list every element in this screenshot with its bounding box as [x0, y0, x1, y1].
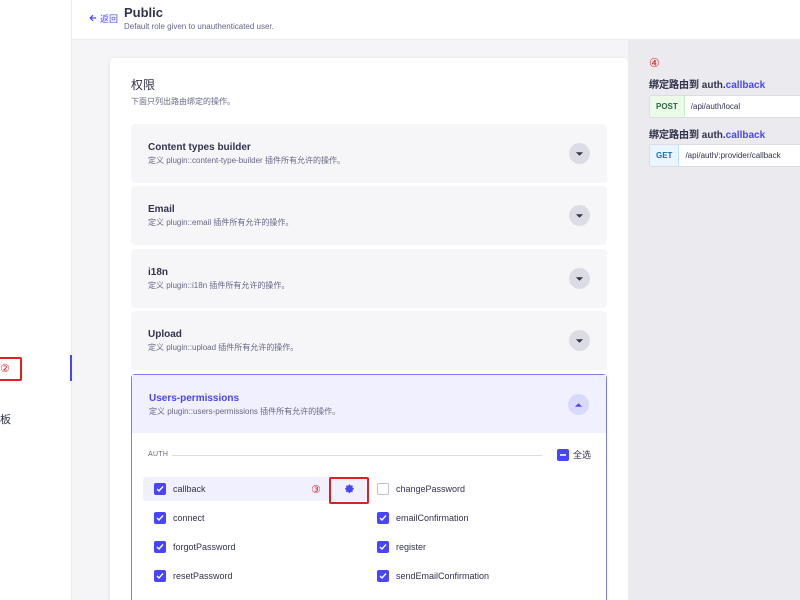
select-all-checkbox[interactable]: 全选 [556, 448, 591, 461]
route-binding-title: 绑定路由到 auth.callback [649, 76, 765, 91]
nav-active-indicator [70, 355, 72, 381]
permission-label: changePassword [396, 484, 466, 494]
gear-icon [343, 482, 355, 500]
checkbox-checked-icon[interactable] [377, 512, 389, 524]
permission-label: forgotPassword [173, 542, 236, 552]
permission-callback[interactable]: callback [154, 483, 206, 495]
accordion-description: 定义 plugin::email 插件所有允许的操作。 [148, 218, 294, 227]
checkbox-unchecked-icon[interactable] [377, 483, 389, 495]
permission-label: emailConfirmation [396, 513, 469, 523]
permission-register[interactable]: register [377, 541, 426, 553]
checkbox-checked-icon[interactable] [154, 570, 166, 582]
annotation-step4: ④ [649, 56, 660, 70]
route-row: POST /api/auth/local [649, 95, 800, 118]
route-path: /api/auth/local [690, 102, 741, 111]
chevron-up-icon[interactable] [568, 394, 589, 415]
permission-label: sendEmailConfirmation [396, 571, 490, 581]
annotation-step3: ③ [311, 484, 321, 496]
chevron-down-icon[interactable] [569, 205, 590, 226]
chevron-down-icon[interactable] [569, 268, 590, 289]
left-nav: ② 板 [0, 0, 72, 600]
page-title: Public [124, 5, 164, 20]
permission-forgotPassword[interactable]: forgotPassword [154, 541, 236, 553]
page-header: 返回 Public Default role given to unauthen… [72, 0, 800, 40]
route-binding-title: 绑定路由到 auth.callback [649, 126, 765, 141]
checkbox-checked-icon[interactable] [154, 483, 166, 495]
checkbox-checked-icon[interactable] [377, 570, 389, 582]
annotation-step2: ② [0, 357, 22, 381]
binding-target: auth. [701, 130, 726, 141]
chevron-down-icon[interactable] [569, 330, 590, 351]
permission-resetPassword[interactable]: resetPassword [154, 570, 233, 582]
chevron-down-icon[interactable] [569, 143, 590, 164]
section-label: AUTH [148, 451, 169, 458]
permissions-panel: 权限 下面只列出路由绑定的操作。 Content types builder 定… [110, 58, 628, 600]
binding-prefix: 绑定路由到 [649, 130, 699, 141]
page-subtitle: Default role given to unauthenticated us… [124, 22, 274, 31]
accordion-header[interactable]: Users-permissions 定义 plugin::users-permi… [132, 375, 606, 433]
back-label: 返回 [100, 14, 119, 24]
select-all-label: 全选 [572, 450, 591, 460]
section-divider [172, 455, 542, 456]
permission-emailConfirmation[interactable]: emailConfirmation [377, 512, 469, 524]
arrow-left-icon [89, 14, 97, 24]
permission-sendEmailConfirmation[interactable]: sendEmailConfirmation [377, 570, 489, 582]
accordion-upload[interactable]: Upload 定义 plugin::upload 插件所有允许的操作。 [131, 311, 607, 370]
permission-changePassword[interactable]: changePassword [377, 483, 465, 495]
accordion-title: Content types builder [148, 142, 251, 153]
bound-routes-panel: ④ 绑定路由到 auth.callback POST /api/auth/loc… [628, 40, 800, 600]
checkbox-checked-icon[interactable] [377, 541, 389, 553]
accordion-users-permissions: Users-permissions 定义 plugin::users-permi… [131, 374, 607, 600]
accordion-title: Users-permissions [149, 393, 240, 404]
accordion-description: 定义 plugin::content-type-builder 插件所有允许的操… [148, 156, 345, 165]
checkbox-checked-icon[interactable] [154, 541, 166, 553]
accordion-title: i18n [148, 267, 169, 278]
binding-target: auth. [701, 80, 726, 91]
checkbox-checked-icon[interactable] [154, 512, 166, 524]
permission-label: connect [173, 513, 205, 523]
nav-item-fragment[interactable]: 板 [0, 411, 11, 427]
accordion-i18n[interactable]: i18n 定义 plugin::i18n 插件所有允许的操作。 [131, 249, 607, 308]
permission-connect[interactable]: connect [154, 512, 205, 524]
binding-target-highlight: callback [725, 130, 766, 141]
permission-label: register [396, 542, 427, 552]
permission-label: callback [173, 484, 206, 494]
accordion-title: Email [148, 204, 175, 215]
accordion-title: Upload [148, 329, 182, 340]
binding-prefix: 绑定路由到 [649, 80, 699, 91]
permissions-title: 权限 [131, 78, 156, 92]
permissions-description: 下面只列出路由绑定的操作。 [131, 97, 235, 106]
checkbox-partial-icon [556, 448, 569, 461]
route-path: /api/auth/:provider/callback [685, 151, 781, 160]
accordion-content-types-builder[interactable]: Content types builder 定义 plugin::content… [131, 124, 607, 183]
gear-button[interactable] [329, 477, 369, 504]
accordion-description: 定义 plugin::upload 插件所有允许的操作。 [148, 343, 299, 352]
accordion-email[interactable]: Email 定义 plugin::email 插件所有允许的操作。 [131, 186, 607, 245]
route-row: GET /api/auth/:provider/callback [649, 144, 800, 167]
method-badge: POST [650, 96, 685, 117]
method-badge: GET [650, 145, 680, 166]
accordion-description: 定义 plugin::users-permissions 插件所有允许的操作。 [149, 407, 341, 416]
binding-target-highlight: callback [725, 80, 766, 91]
permission-label: resetPassword [173, 571, 233, 581]
back-link[interactable]: 返回 [89, 12, 118, 25]
accordion-description: 定义 plugin::i18n 插件所有允许的操作。 [148, 281, 290, 290]
